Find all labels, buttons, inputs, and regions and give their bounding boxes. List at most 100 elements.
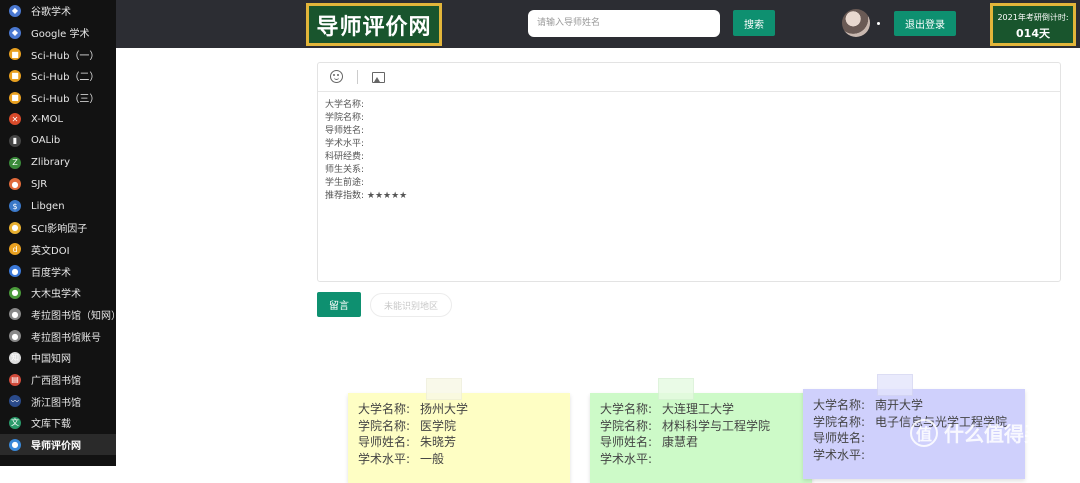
card-field-value: 朱晓芳: [420, 435, 457, 449]
template-line: 师生关系:: [325, 165, 365, 175]
sidebar-item[interactable]: ● 百度学术: [0, 260, 116, 282]
site-logo[interactable]: 导师评价网: [306, 3, 442, 46]
card-field-value: 扬州大学: [420, 402, 469, 416]
sidebar-item[interactable]: d 英文DOI: [0, 239, 116, 261]
damuchong-icon: ●: [9, 286, 21, 299]
tutor-review-icon: ●: [9, 438, 21, 451]
zhejiang-library-icon: 〰: [9, 395, 21, 408]
koala-account-icon: ●: [9, 330, 21, 343]
watermark: 值 什么值得买: [910, 418, 1044, 447]
editor-toolbar: [318, 63, 1060, 92]
watermark-text: 什么值得买: [944, 422, 1044, 446]
sidebar-item-label: Sci-Hub（一）: [31, 50, 100, 62]
sidebar-item-label: SCI影响因子: [31, 224, 88, 236]
sidebar-item[interactable]: ▮ OALib: [0, 130, 116, 152]
scihub-icon: ■: [9, 91, 21, 104]
sidebar-item[interactable]: ■ Sci-Hub（二）: [0, 65, 116, 87]
search-button[interactable]: 搜索: [733, 10, 775, 36]
card-row: 学术水平:: [600, 451, 812, 468]
sidebar-item-label: 中国知网: [31, 354, 71, 366]
sidebar-item[interactable]: ● 考拉图书馆账号: [0, 325, 116, 347]
scihub-icon: ■: [9, 69, 21, 82]
card-field-value: 大连理工大学: [662, 402, 735, 416]
xmol-icon: ✕: [9, 113, 21, 126]
search-input[interactable]: 请输入导师姓名: [528, 10, 720, 37]
card-field-label: 学术水平:: [813, 447, 866, 462]
scholar-icon: ◆: [9, 26, 21, 39]
sjr-icon: ●: [9, 178, 21, 191]
sidebar-item[interactable]: ● SCI影响因子: [0, 217, 116, 239]
doi-icon: d: [9, 243, 21, 256]
sidebar-item[interactable]: 知中国知网: [0, 347, 116, 369]
sidebar-item[interactable]: ▤ 广西图书馆: [0, 369, 116, 391]
sidebar-item[interactable]: ■ Sci-Hub（一）: [0, 43, 116, 65]
impact-factor-icon: ●: [9, 221, 21, 234]
card-field-label: 学院名称:: [358, 418, 411, 433]
sidebar-item-label: X-MOL: [31, 113, 64, 125]
sidebar-item-label: Libgen: [31, 200, 65, 212]
card-row: 学院名称: 医学院: [358, 418, 570, 435]
card-row: 大学名称: 扬州大学: [358, 401, 570, 418]
card-field-label: 导师姓名:: [358, 435, 411, 449]
image-icon[interactable]: [372, 72, 385, 83]
sidebar-item[interactable]: Z Zlibrary: [0, 152, 116, 174]
scihub-icon: ■: [9, 48, 21, 61]
editor-content[interactable]: 大学名称: 学院名称: 导师姓名: 学术水平: 科研经费: 师生关系: 学生前途: 推荐指数:…: [318, 92, 1060, 203]
template-line: 科研经费:: [325, 152, 365, 162]
card-row: 学术水平:: [813, 447, 1025, 464]
zlibrary-icon: Z: [9, 156, 21, 169]
sidebar-item[interactable]: ■ Sci-Hub（三）: [0, 87, 116, 109]
sidebar-item[interactable]: ● SJR: [0, 174, 116, 196]
emoji-icon[interactable]: [330, 70, 343, 83]
template-line: 学术水平:: [325, 139, 365, 149]
oalib-icon: ▮: [9, 134, 21, 147]
sidebar-item-label: 谷歌学术: [31, 7, 71, 19]
sidebar-item[interactable]: ● 大木虫学术: [0, 282, 116, 304]
sidebar-item-label: 考拉图书馆账号: [31, 332, 101, 344]
libgen-icon: $: [9, 200, 21, 213]
sidebar-item-label: 浙江图书馆: [31, 397, 81, 409]
countdown-box: 2021年考研倒计时: 014天: [990, 3, 1076, 46]
sidebar-item[interactable]: $ Libgen: [0, 195, 116, 217]
sidebar-item[interactable]: ◆ 谷歌学术: [0, 0, 116, 22]
sidebar-item-label: Sci-Hub（三）: [31, 94, 100, 106]
countdown-value: 014天: [1016, 27, 1050, 40]
card-row: 大学名称: 南开大学: [813, 397, 1025, 414]
region-button[interactable]: 未能识别地区: [370, 293, 452, 317]
card-row: 大学名称: 大连理工大学: [600, 401, 812, 418]
card-field-label: 大学名称:: [600, 402, 653, 416]
scholar-icon: ◆: [9, 4, 21, 17]
koala-library-icon: ●: [9, 308, 21, 321]
status-dot: [877, 22, 880, 25]
logout-button[interactable]: 退出登录: [894, 11, 956, 36]
review-card[interactable]: 大学名称: 大连理工大学 学院名称: 材料科学与工程学院 导师姓名: 康慧君 学术水平:: [590, 378, 812, 483]
card-field-value: 康慧君: [662, 435, 699, 449]
sidebar-item-label: SJR: [31, 178, 48, 190]
template-line: 大学名称:: [325, 100, 365, 110]
card-row: 学术水平: 一般: [358, 451, 570, 468]
sidebar-item-label: 导师评价网: [31, 441, 81, 453]
sidebar-item[interactable]: ● 考拉图书馆（知网）: [0, 304, 121, 326]
submit-comment-button[interactable]: 留言: [317, 292, 361, 317]
card-field-label: 大学名称:: [813, 398, 866, 412]
library-download-icon: 文: [9, 416, 21, 429]
sidebar-item[interactable]: ✕ X-MOL: [0, 108, 116, 130]
sidebar-item[interactable]: 文文库下载: [0, 412, 116, 434]
card-field-label: 学院名称:: [600, 418, 653, 433]
sidebar-item-label: 英文DOI: [31, 245, 70, 257]
toolbar-divider: [357, 70, 358, 84]
card-field-value: 一般: [420, 451, 445, 466]
card-field-value: 医学院: [420, 418, 457, 433]
comment-editor[interactable]: 大学名称: 学院名称: 导师姓名: 学术水平: 科研经费: 师生关系: 学生前途: 推荐指数:…: [317, 62, 1061, 282]
card-field-label: 大学名称:: [358, 402, 411, 416]
review-card[interactable]: 大学名称: 扬州大学 学院名称: 医学院 导师姓名: 朱晓芳学术水平: 一般: [348, 378, 570, 483]
sidebar-item-label: 文库下载: [31, 419, 71, 431]
sidebar-item[interactable]: ◆ Google 学术: [0, 22, 116, 44]
template-line: 学院名称:: [325, 113, 365, 123]
avatar[interactable]: [842, 9, 870, 37]
sidebar-item-label: Zlibrary: [31, 157, 71, 169]
card-tape: [877, 374, 913, 396]
sidebar-item[interactable]: 〰浙江图书馆: [0, 390, 116, 412]
countdown-label: 2021年考研倒计时:: [997, 13, 1069, 22]
sidebar-item[interactable]: ● 导师评价网: [0, 433, 116, 456]
